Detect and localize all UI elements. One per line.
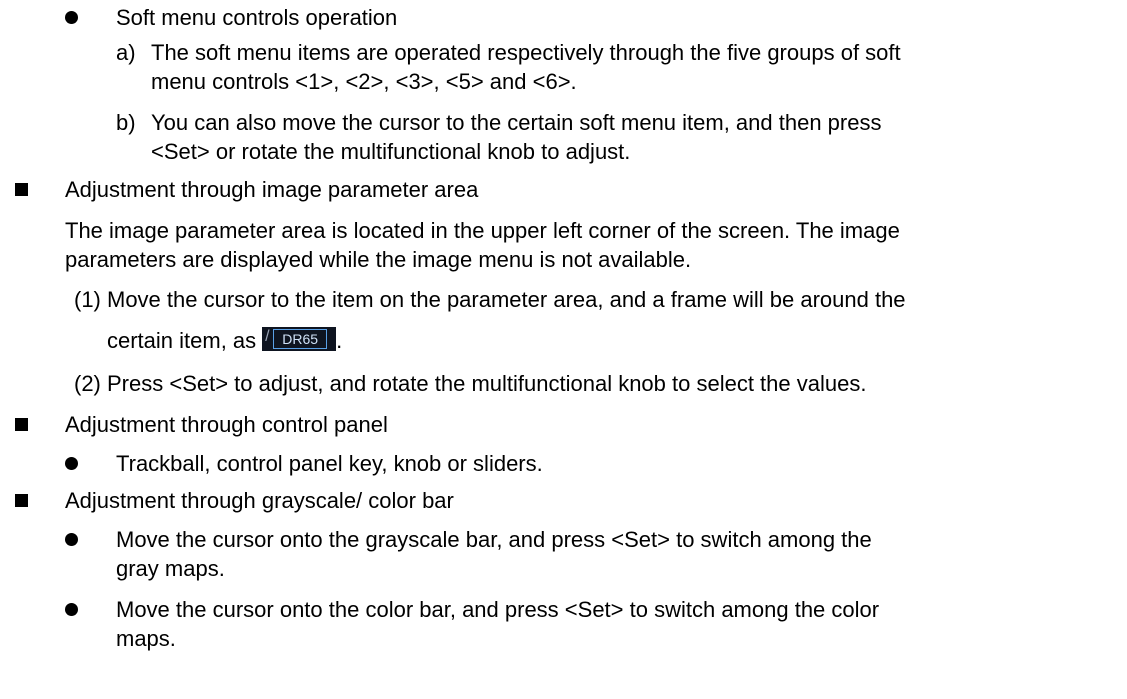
step-marker-1: (1) — [74, 287, 101, 312]
bullet-dot-icon — [65, 603, 78, 616]
bar-item-grayscale-line2: gray maps. — [116, 556, 225, 581]
bullet-square-icon — [15, 418, 28, 431]
bar-heading: Adjustment through grayscale/ color bar — [65, 488, 454, 513]
soft-menu-item-b-line1: You can also move the cursor to the cert… — [151, 110, 882, 135]
image-param-para-line2: parameters are displayed while the image… — [65, 247, 692, 272]
soft-menu-item-a-line2: menu controls <1>, <2>, <3>, <5> and <6>… — [151, 69, 577, 94]
badge-slash: / — [265, 328, 270, 345]
bullet-dot-icon — [65, 11, 78, 24]
image-param-para-line1: The image parameter area is located in t… — [65, 218, 900, 243]
bullet-square-icon — [15, 494, 28, 507]
list-marker-a: a) — [116, 40, 136, 65]
step-2-line1: Press <Set> to adjust, and rotate the mu… — [107, 371, 867, 396]
control-panel-heading: Adjustment through control panel — [65, 412, 388, 437]
step-1-line2: certain item, as / DR65. — [107, 326, 342, 355]
step-1-line1: Move the cursor to the item on the param… — [107, 287, 906, 312]
bar-item-color-line1: Move the cursor onto the color bar, and … — [116, 597, 880, 622]
dr-parameter-badge: / DR65 — [262, 327, 337, 351]
soft-menu-heading: Soft menu controls operation — [116, 5, 398, 30]
bullet-dot-icon — [65, 533, 78, 546]
badge-frame: DR65 — [273, 329, 328, 349]
soft-menu-item-a-line1: The soft menu items are operated respect… — [151, 40, 901, 65]
step-1-line2-text: certain item, as — [107, 328, 257, 353]
bar-item-grayscale-line1: Move the cursor onto the grayscale bar, … — [116, 527, 872, 552]
control-panel-item: Trackball, control panel key, knob or sl… — [116, 451, 543, 476]
bullet-square-icon — [15, 183, 28, 196]
list-marker-b: b) — [116, 110, 136, 135]
soft-menu-item-b-line2: <Set> or rotate the multifunctional knob… — [151, 139, 631, 164]
bar-item-color-line2: maps. — [116, 626, 176, 651]
bullet-dot-icon — [65, 457, 78, 470]
image-param-heading: Adjustment through image parameter area — [65, 177, 479, 202]
step-marker-2: (2) — [74, 371, 101, 396]
